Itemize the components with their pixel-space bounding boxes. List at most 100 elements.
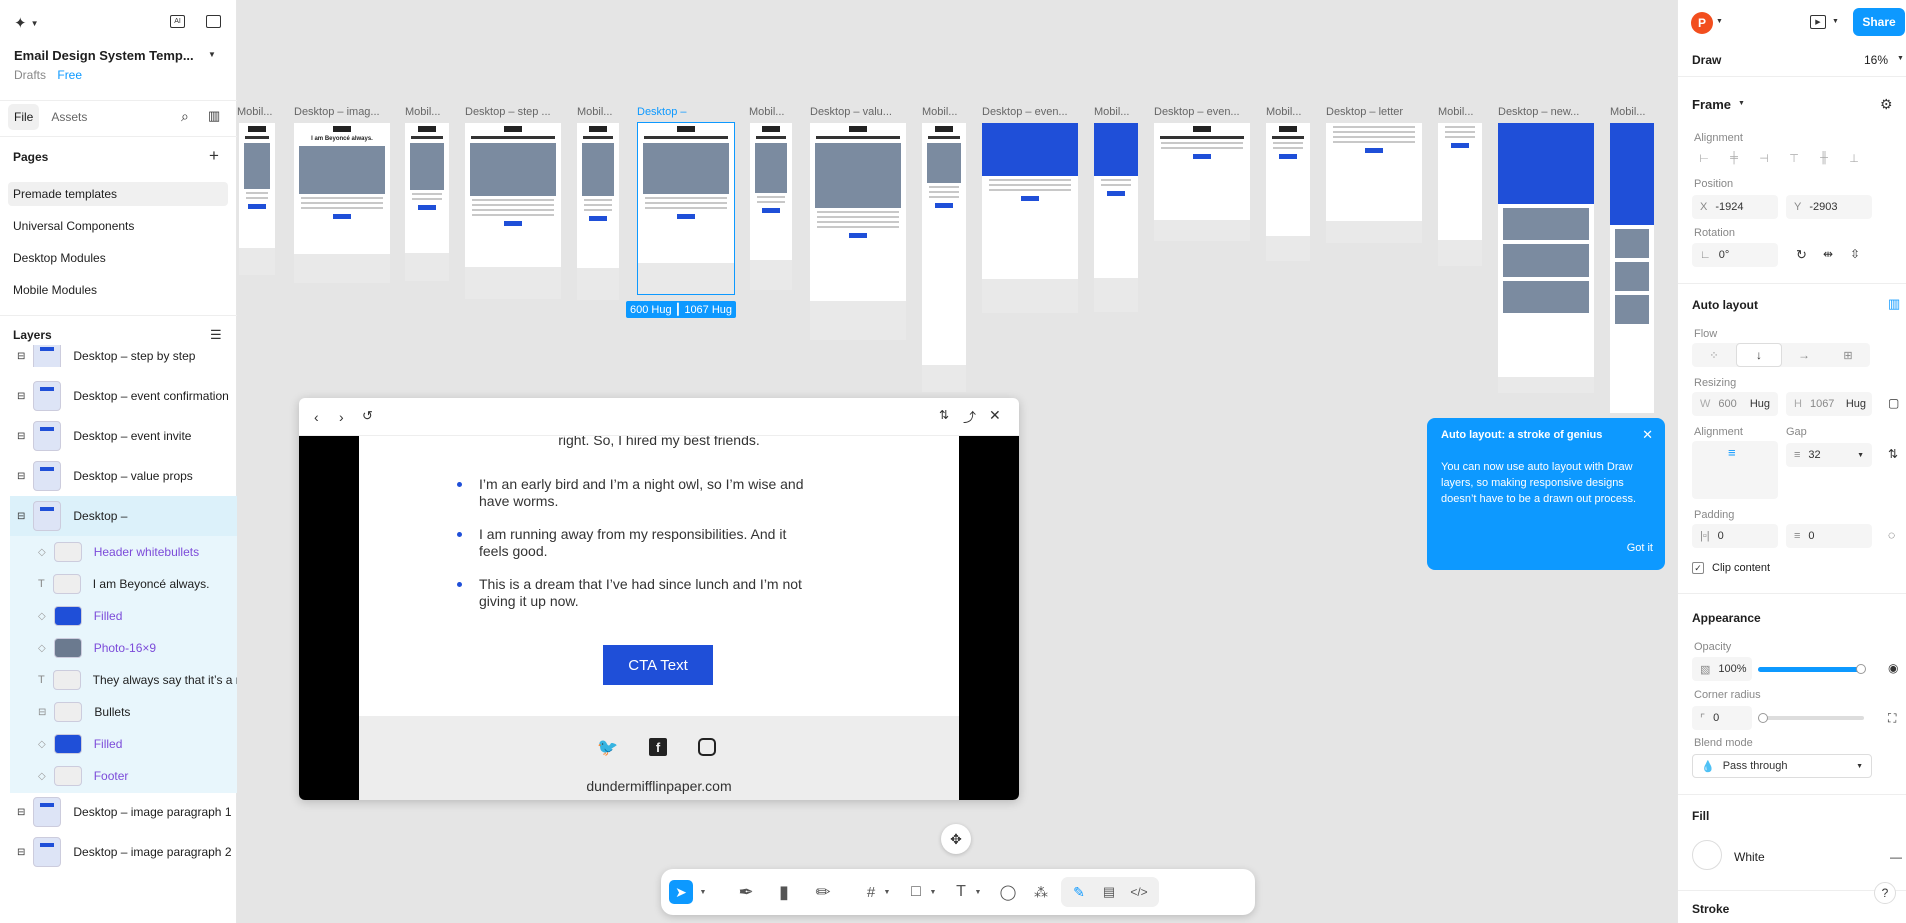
layers-filter-icon[interactable]: ☰ bbox=[210, 327, 222, 343]
chevron-down-icon[interactable]: ▼ bbox=[208, 50, 216, 59]
flow-grid-icon[interactable]: ⊞ bbox=[1826, 343, 1870, 367]
x-position-field[interactable]: X -1924 bbox=[1692, 195, 1778, 219]
frame-title[interactable]: Desktop – even... bbox=[982, 106, 1078, 118]
sidebar-toggle-icon[interactable] bbox=[206, 15, 221, 28]
marker-tool-button[interactable]: ▮ bbox=[772, 876, 796, 908]
frame-thumbnail[interactable] bbox=[810, 123, 906, 340]
cta-button[interactable]: CTA Text bbox=[603, 645, 713, 685]
back-icon[interactable]: ‹ bbox=[314, 409, 319, 425]
page-item-mobile-modules[interactable]: Mobile Modules bbox=[13, 283, 97, 297]
align-left-icon[interactable]: ⊢ bbox=[1692, 146, 1716, 170]
frame-thumbnail[interactable] bbox=[982, 123, 1078, 313]
rotation-field[interactable]: ∟ 0° bbox=[1692, 243, 1778, 267]
frame-title[interactable]: Mobil... bbox=[405, 106, 449, 118]
layer-item[interactable]: ⊟ Desktop – event confirmation bbox=[0, 376, 237, 416]
gear-icon[interactable]: ⚙ bbox=[1880, 96, 1893, 113]
chevron-down-icon[interactable]: ▼ bbox=[691, 880, 715, 904]
layer-child[interactable]: ◇ Filled bbox=[0, 600, 237, 632]
frame-thumbnail[interactable] bbox=[239, 123, 275, 275]
frame-thumbnail[interactable] bbox=[1498, 123, 1594, 393]
opacity-field[interactable]: ▧ 100% bbox=[1692, 657, 1752, 681]
library-icon[interactable]: ▥ bbox=[208, 108, 220, 124]
layer-item[interactable]: ⊟ Desktop – image paragraph 2 bbox=[0, 832, 237, 872]
align-right-icon[interactable]: ⊣ bbox=[1752, 146, 1776, 170]
layer-child[interactable]: TI am Beyoncé always. bbox=[0, 568, 237, 600]
help-icon[interactable]: ? bbox=[1874, 882, 1896, 904]
layer-item-selected[interactable]: ⊟ Desktop – bbox=[10, 496, 237, 536]
chevron-down-icon[interactable]: ▼ bbox=[875, 880, 899, 904]
frame-selected[interactable] bbox=[637, 122, 735, 295]
preview-window[interactable]: ‹ › ↺ ⇅ ⤴ ✕ right. So, I hired my best f… bbox=[299, 398, 1019, 800]
footer-url[interactable]: dundermifflinpaper.com bbox=[359, 778, 959, 794]
pen-tool-button[interactable]: ✒ bbox=[734, 876, 758, 908]
frame-title[interactable]: Mobil... bbox=[1094, 106, 1138, 118]
individual-padding-icon[interactable]: ◌ bbox=[1888, 528, 1895, 542]
move-handle-icon[interactable]: ✥ bbox=[941, 824, 971, 854]
corner-radius-field[interactable]: ⌜ 0 bbox=[1692, 706, 1752, 730]
close-icon[interactable]: ✕ bbox=[1642, 427, 1653, 443]
chevron-down-icon[interactable]: ▼ bbox=[31, 19, 39, 28]
frame-thumbnail[interactable] bbox=[1610, 123, 1654, 413]
chevron-down-icon[interactable]: ▼ bbox=[1857, 452, 1864, 459]
frame-title[interactable]: Mobil... bbox=[749, 106, 793, 118]
flip-horizontal-icon[interactable]: ⇹ bbox=[1823, 247, 1833, 261]
blend-mode-select[interactable]: 💧 Pass through ▼ bbox=[1692, 754, 1872, 778]
flow-freeform-icon[interactable]: ⁘ bbox=[1692, 343, 1736, 367]
align-middle-v-icon[interactable]: ╫ bbox=[1812, 146, 1836, 170]
clip-content-checkbox[interactable]: ✓ bbox=[1692, 562, 1704, 574]
align-top-icon[interactable]: ⊤ bbox=[1782, 146, 1806, 170]
draw-mode-button[interactable]: ✎ bbox=[1067, 880, 1091, 904]
fill-value[interactable]: White bbox=[1734, 850, 1765, 864]
align-center-h-icon[interactable]: ╪ bbox=[1722, 146, 1746, 170]
close-icon[interactable]: ✕ bbox=[989, 407, 1001, 424]
twitter-icon[interactable]: 🐦 bbox=[597, 738, 618, 758]
layer-item[interactable]: ⊟ Desktop – image paragraph 1 bbox=[0, 792, 237, 832]
add-page-icon[interactable]: + bbox=[209, 146, 219, 166]
frame-thumbnail[interactable] bbox=[1094, 123, 1138, 312]
advanced-layout-icon[interactable]: ⇅ bbox=[1888, 447, 1898, 461]
present-icon[interactable]: ▶ bbox=[1810, 15, 1826, 29]
y-position-field[interactable]: Y -2903 bbox=[1786, 195, 1872, 219]
auto-layout-icon[interactable]: ▥ bbox=[1888, 296, 1900, 312]
frame-title-selected[interactable]: Desktop – bbox=[637, 106, 733, 118]
frame-thumbnail[interactable] bbox=[922, 123, 966, 392]
frame-title[interactable]: Desktop – letter bbox=[1326, 106, 1422, 118]
height-field[interactable]: H 1067 Hug bbox=[1786, 392, 1872, 416]
resources-tool-button[interactable]: ⁂ bbox=[1029, 880, 1053, 904]
frame-thumbnail[interactable] bbox=[1266, 123, 1310, 261]
chevron-down-icon[interactable]: ▼ bbox=[1716, 18, 1723, 25]
frame-title[interactable]: Mobil... bbox=[577, 106, 619, 118]
page-item-premade-templates[interactable]: Premade templates bbox=[8, 182, 228, 206]
frame-title[interactable]: Mobil... bbox=[1438, 106, 1482, 118]
width-field[interactable]: W 600 Hug bbox=[1692, 392, 1778, 416]
corner-radius-slider-thumb[interactable] bbox=[1758, 713, 1768, 723]
layer-item[interactable]: ⊟ Desktop – step by step bbox=[0, 345, 237, 367]
layer-child[interactable]: ◇ Header whitebullets bbox=[0, 536, 237, 568]
frame-thumbnail[interactable] bbox=[750, 123, 792, 290]
design-mode-button[interactable]: ▤ bbox=[1097, 880, 1121, 904]
flip-vertical-icon[interactable]: ⇳ bbox=[1850, 247, 1860, 261]
layer-item[interactable]: ⊟ Desktop – event invite bbox=[0, 416, 237, 456]
gap-field[interactable]: ≡ 32 ▼ bbox=[1786, 443, 1872, 467]
facebook-icon[interactable]: f bbox=[649, 738, 667, 756]
frame-thumbnail[interactable] bbox=[1154, 123, 1250, 241]
figma-menu-icon[interactable]: ✦ bbox=[14, 14, 27, 32]
corner-radius-slider[interactable] bbox=[1758, 713, 1864, 723]
frame-thumbnail[interactable] bbox=[1326, 123, 1422, 243]
frame-title[interactable]: Mobil... bbox=[237, 106, 275, 118]
comment-tool-button[interactable]: ◯ bbox=[996, 880, 1020, 904]
tab-file[interactable]: File bbox=[8, 104, 40, 130]
frame-thumbnail[interactable]: I am Beyoncé always. bbox=[294, 123, 390, 283]
layer-child[interactable]: T They always say that it’s a r bbox=[0, 664, 237, 696]
frame-title[interactable]: Desktop – step ... bbox=[465, 106, 561, 118]
layer-child[interactable]: ◇ Filled bbox=[0, 728, 237, 760]
frame-title[interactable]: Desktop – new... bbox=[1498, 106, 1594, 118]
settings-icon[interactable]: ⇅ bbox=[939, 408, 949, 422]
frame-thumbnail[interactable] bbox=[465, 123, 561, 299]
forward-icon[interactable]: › bbox=[339, 409, 344, 425]
chevron-down-icon[interactable]: ▼ bbox=[966, 880, 990, 904]
file-location[interactable]: Drafts bbox=[14, 68, 46, 82]
layer-child[interactable]: ◇ Footer bbox=[0, 760, 237, 792]
move-tool-button[interactable]: ➤ bbox=[669, 880, 693, 904]
flow-vertical-icon[interactable]: ↓ bbox=[1736, 343, 1782, 367]
